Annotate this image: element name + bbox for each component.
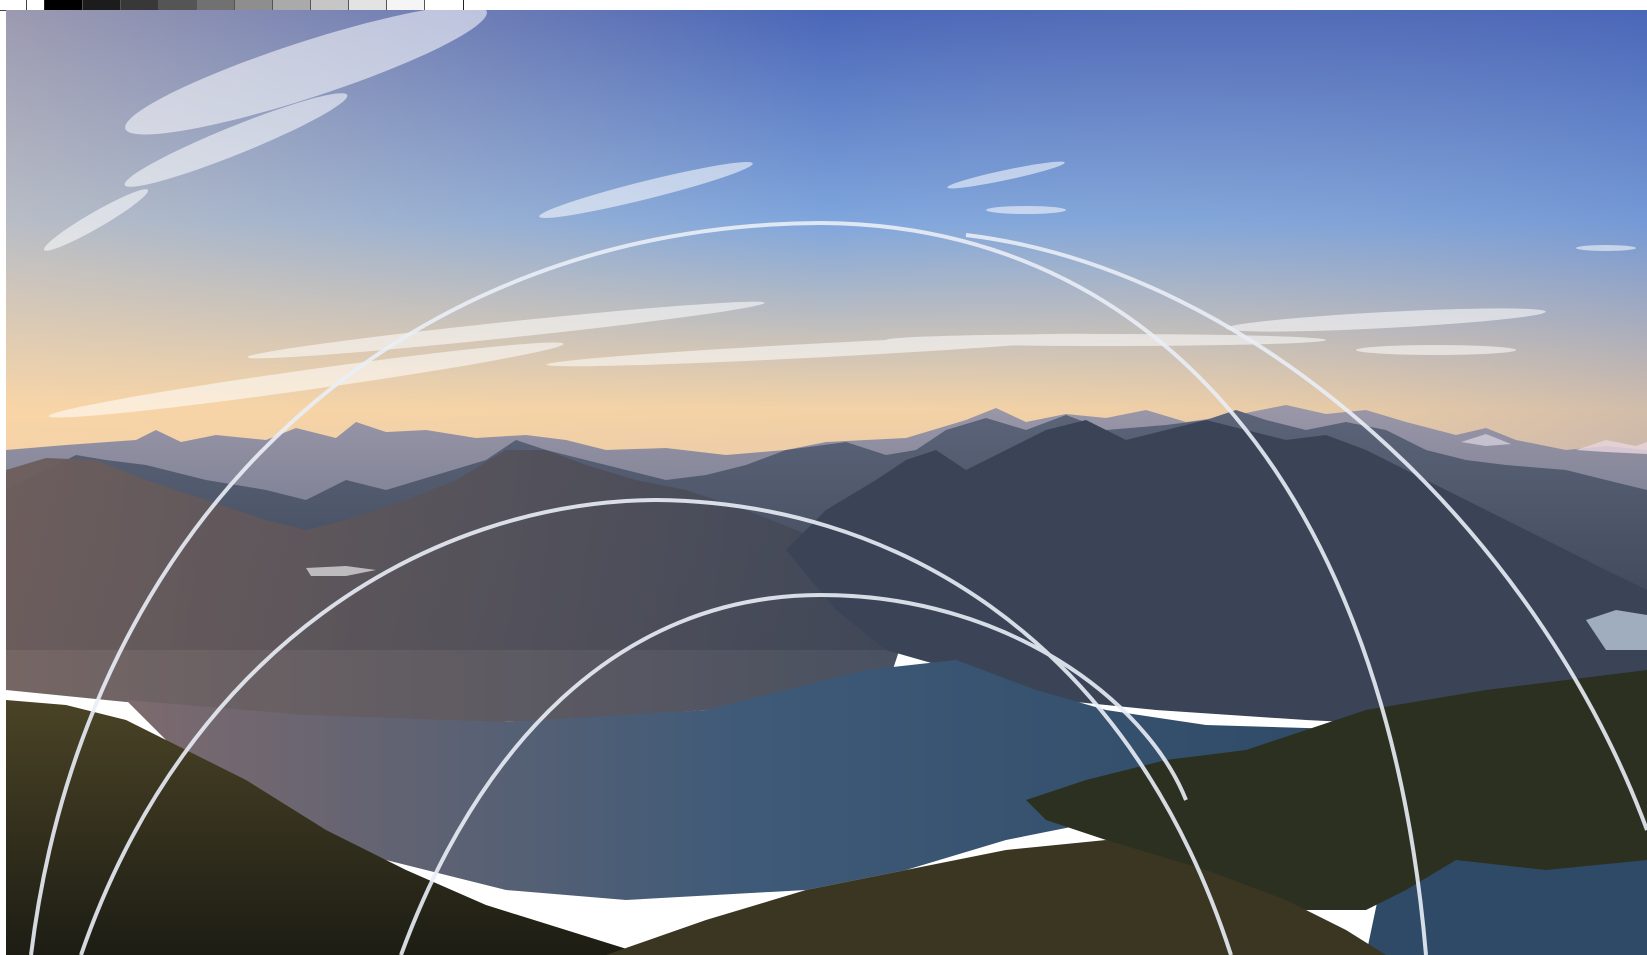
crop-mark-vertical xyxy=(26,0,27,10)
landscape-photo xyxy=(6,10,1647,955)
canvas xyxy=(0,0,1647,955)
